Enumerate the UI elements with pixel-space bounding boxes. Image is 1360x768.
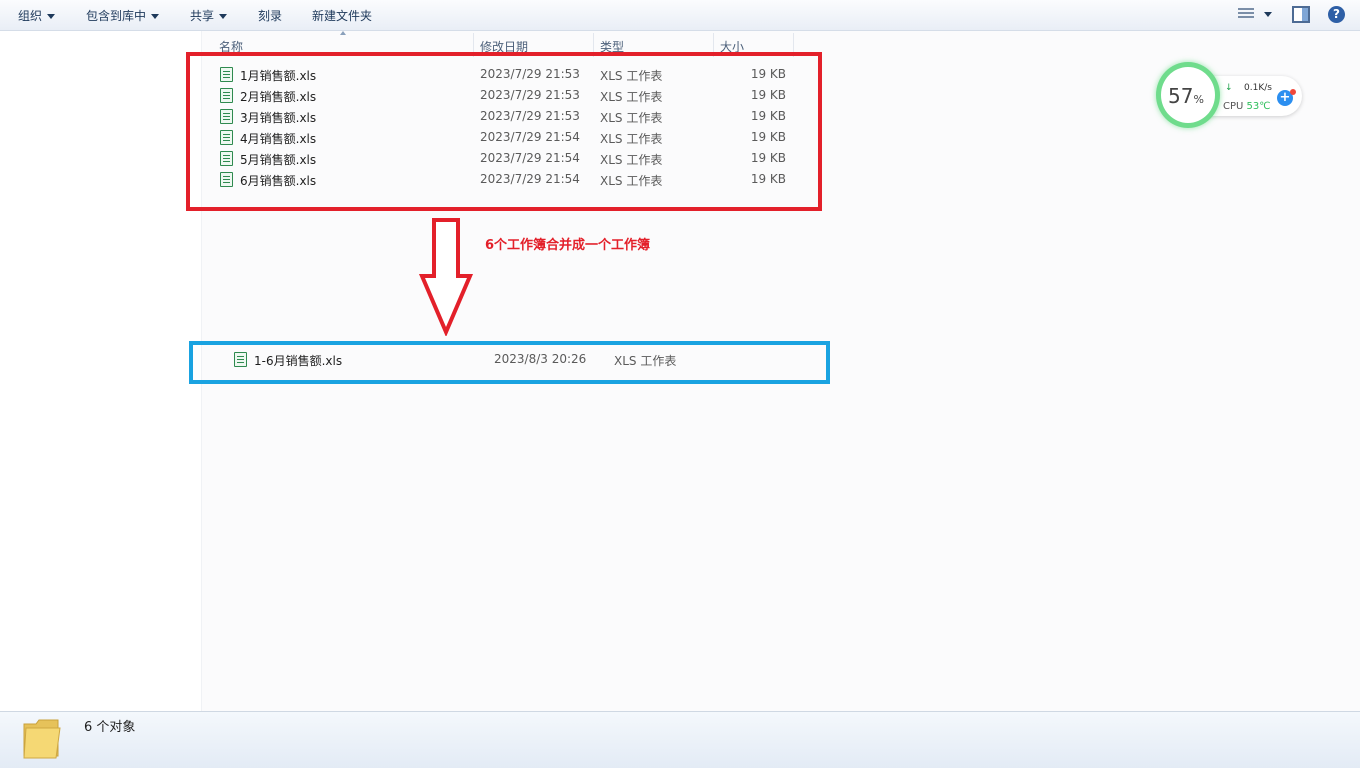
merge-annotation: 6个工作簿合并成一个工作簿 (485, 238, 651, 253)
new-folder-label: 新建文件夹 (312, 9, 373, 23)
help-icon[interactable]: ? (1328, 6, 1345, 23)
network-speed: 0.1K/s (1244, 83, 1272, 93)
notification-dot (1290, 89, 1296, 95)
object-count: 6 个对象 (84, 720, 136, 735)
folder-icon (23, 719, 61, 759)
memory-percent: 57% (1168, 84, 1204, 108)
chevron-down-icon (47, 14, 56, 19)
burn-label: 刻录 (258, 9, 283, 23)
include-in-library-menu[interactable]: 包含到库中 (86, 7, 160, 24)
new-folder-button[interactable]: 新建文件夹 (312, 7, 372, 24)
details-pane (0, 711, 1360, 768)
chevron-down-icon (151, 14, 160, 19)
share-label: 共享 (190, 9, 215, 23)
down-arrow-icon (418, 218, 474, 336)
view-options-icon (1238, 8, 1254, 21)
command-bar: 组织 包含到库中 共享 刻录 新建文件夹 ? (0, 0, 1360, 31)
organize-label: 组织 (18, 9, 43, 23)
download-arrow-icon: ↓ (1225, 83, 1233, 93)
chevron-down-icon (1264, 12, 1272, 17)
share-menu[interactable]: 共享 (190, 7, 228, 24)
chevron-down-icon (219, 14, 228, 19)
sort-ascending-icon (340, 31, 346, 35)
preview-pane-icon[interactable] (1292, 6, 1310, 23)
merged-file-highlight (189, 341, 830, 384)
view-options-button[interactable] (1238, 6, 1272, 24)
system-monitor-widget[interactable]: 57% ↓ 0.1K/s CPU 53℃ + (1156, 62, 1306, 128)
source-files-highlight (186, 52, 822, 211)
organize-menu[interactable]: 组织 (18, 7, 56, 24)
navigation-pane[interactable] (0, 31, 202, 711)
include-in-library-label: 包含到库中 (86, 9, 147, 23)
burn-button[interactable]: 刻录 (258, 7, 282, 24)
cpu-temperature: CPU 53℃ (1223, 101, 1271, 112)
